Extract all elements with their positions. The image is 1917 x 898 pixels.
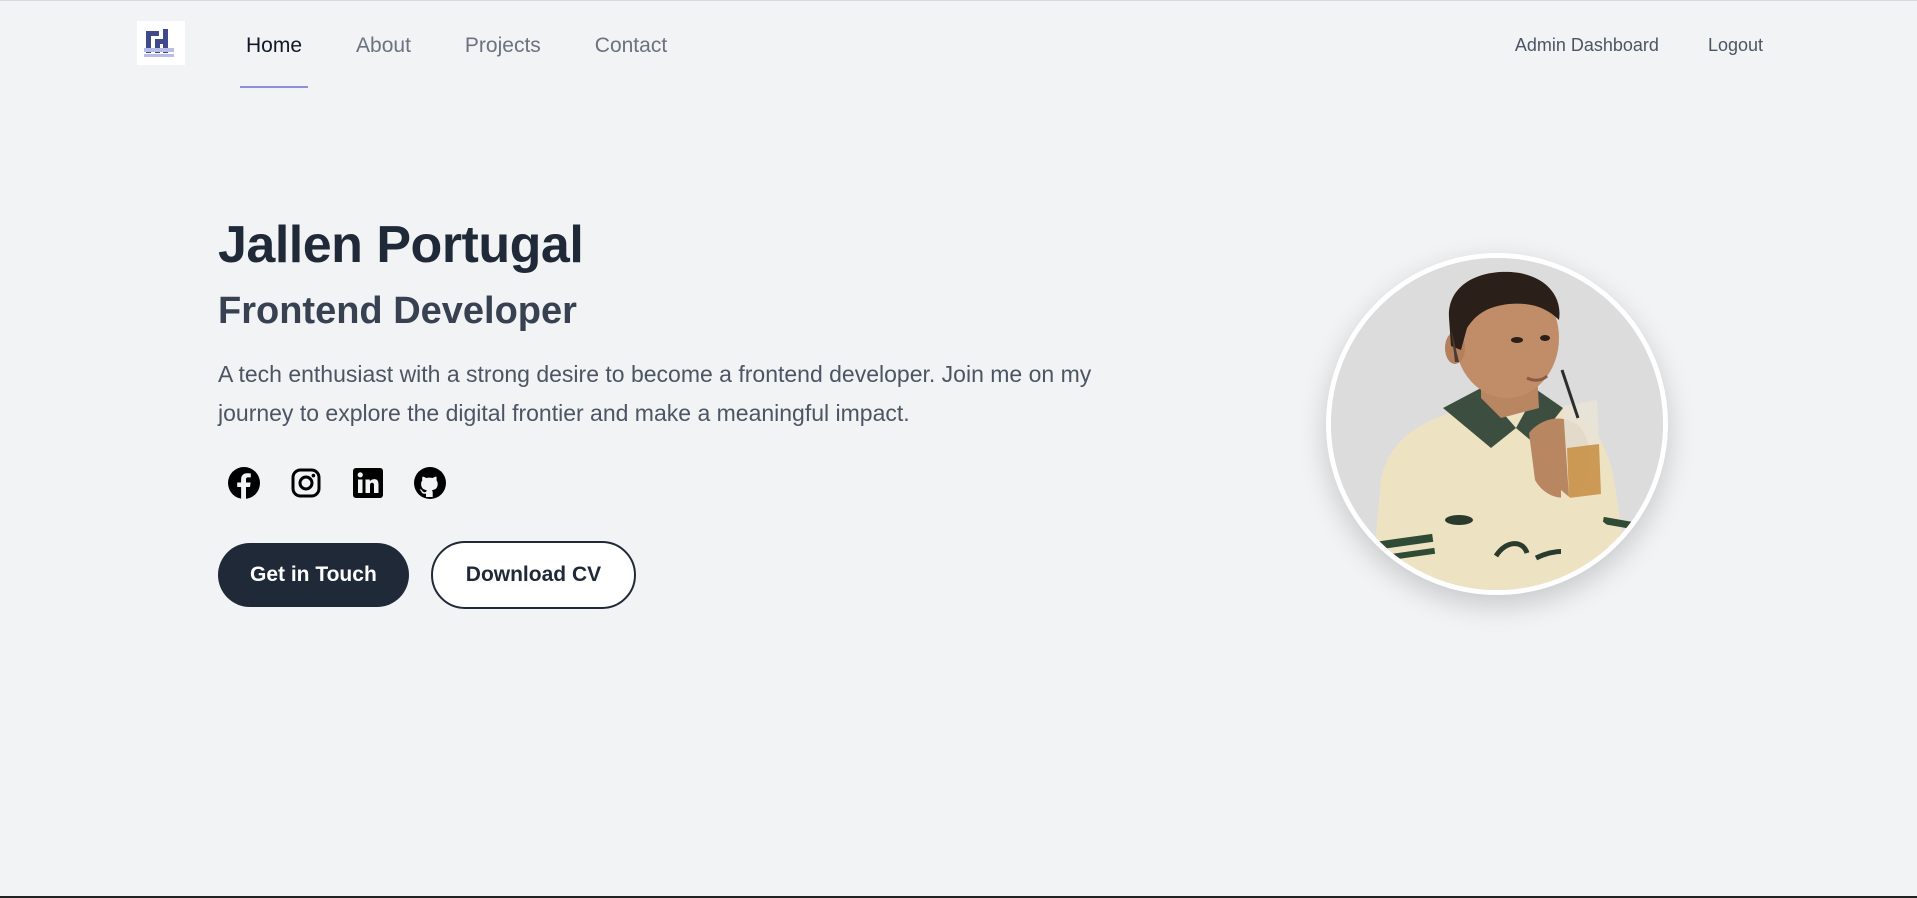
logout-link[interactable]: Logout <box>1708 32 1763 58</box>
linkedin-icon[interactable] <box>350 465 386 501</box>
hero-role: Frontend Developer <box>218 290 577 332</box>
hero-section: Jallen Portugal Frontend Developer A tec… <box>218 210 1158 609</box>
profile-photo <box>1326 253 1668 595</box>
nav-home[interactable]: Home <box>240 32 309 88</box>
nav-projects[interactable]: Projects <box>465 32 541 60</box>
nav-home-label: Home <box>246 34 303 57</box>
get-in-touch-button[interactable]: Get in Touch <box>218 543 409 607</box>
nav-about[interactable]: About <box>356 32 411 60</box>
nav-projects-label: Projects <box>464 34 541 57</box>
download-cv-button[interactable]: Download CV <box>430 541 637 609</box>
nav-actions: Admin Dashboard Logout <box>1466 32 1763 58</box>
hero-actions: Get in Touch Download CV <box>218 541 1158 609</box>
nav-contact[interactable]: Contact <box>595 32 667 60</box>
nav-about-label: About <box>356 34 411 57</box>
facebook-icon[interactable] <box>226 465 262 501</box>
instagram-icon[interactable] <box>288 465 324 501</box>
hero-name: Jallen Portugal <box>218 216 584 274</box>
nav-contact-label: Contact <box>594 34 668 57</box>
hero-description: A tech enthusiast with a strong desire t… <box>218 361 1092 426</box>
admin-dashboard-link[interactable]: Admin Dashboard <box>1515 32 1659 58</box>
social-links <box>218 465 1158 501</box>
main-nav: Home About Projects Contact <box>240 32 721 88</box>
active-nav-underline <box>240 86 309 88</box>
navbar: Home About Projects Contact Admin Dashbo… <box>0 0 1917 90</box>
brand-logo-icon[interactable] <box>137 21 185 65</box>
github-icon[interactable] <box>412 465 448 501</box>
